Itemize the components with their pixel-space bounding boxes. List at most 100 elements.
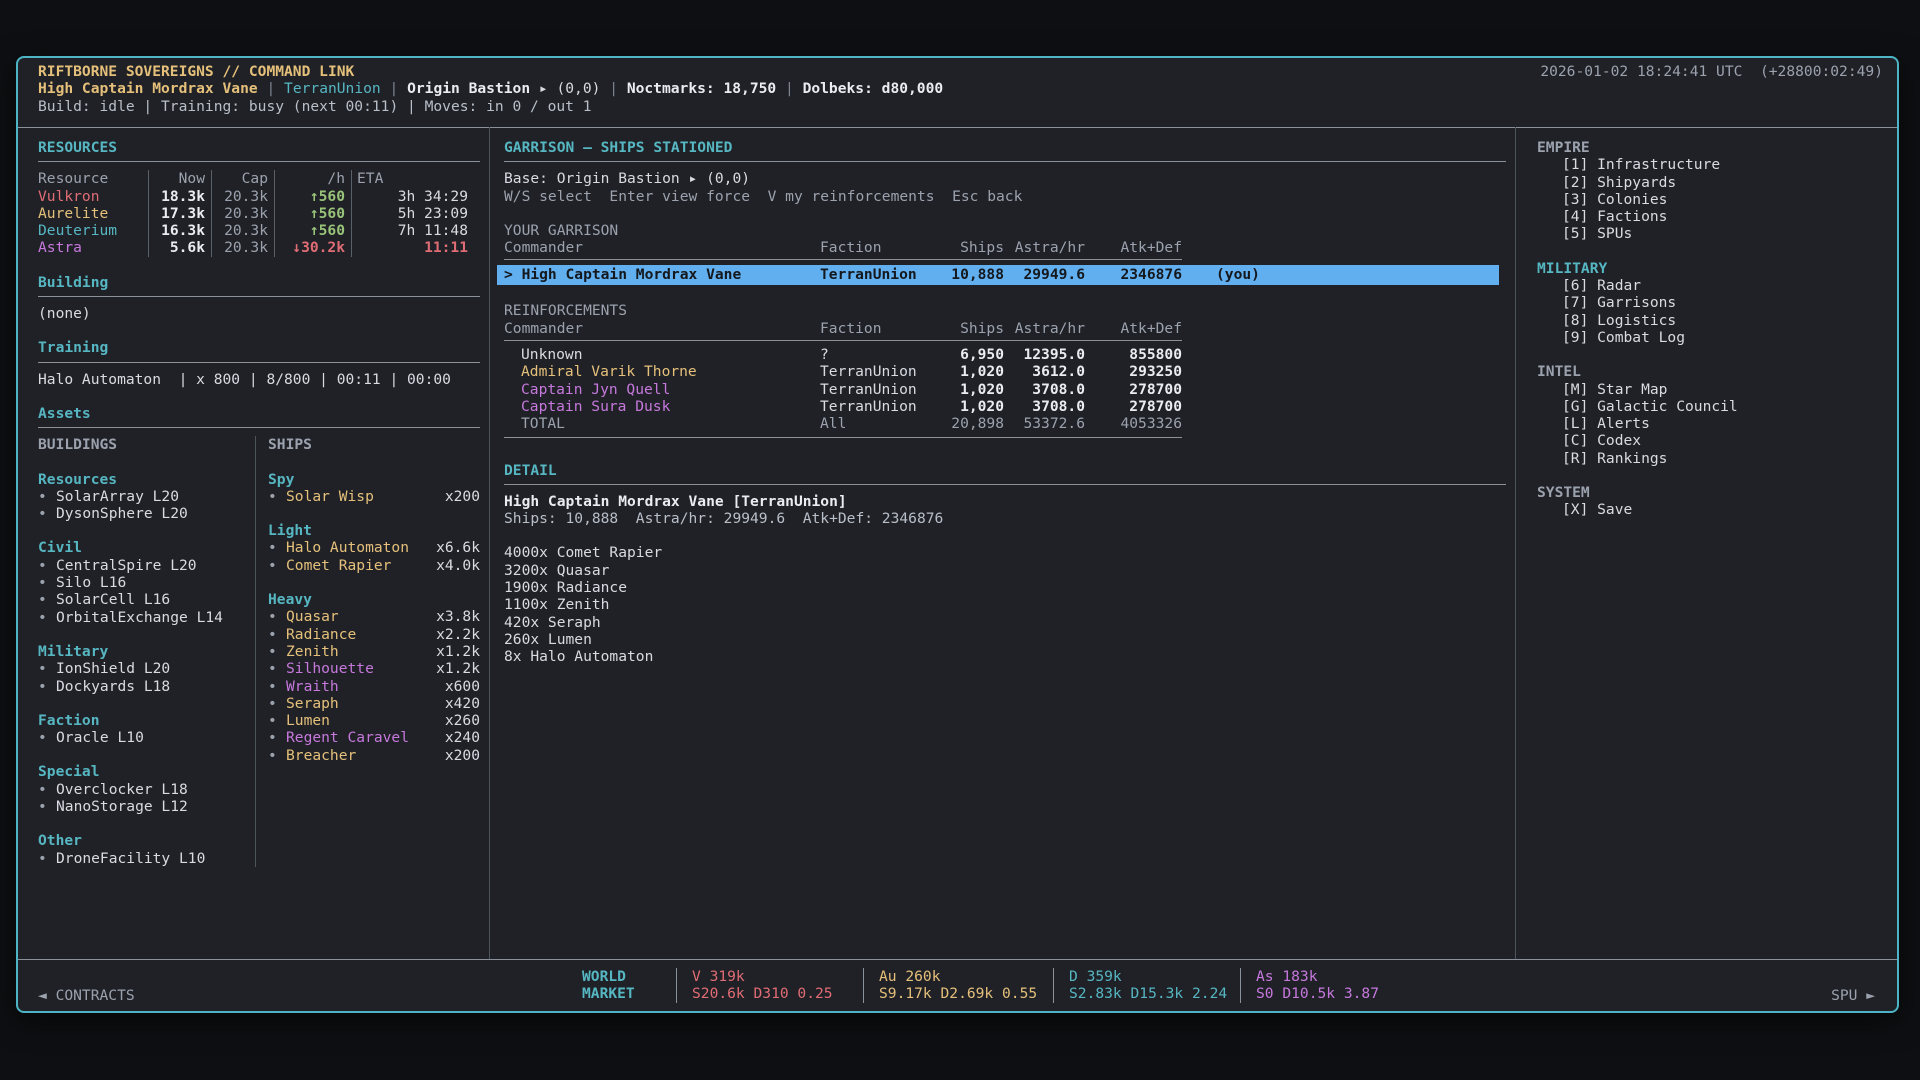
market-aurelite: Au 260k S9.17k D2.69k 0.55 bbox=[863, 968, 1053, 1003]
market-total: V 319k bbox=[692, 968, 863, 985]
commander-faction: TerranUnion bbox=[820, 265, 932, 285]
ship-item: •Zenithx1.2k bbox=[268, 643, 480, 660]
reinforcement-total-row: TOTAL All 20,898 53372.6 4053326 bbox=[504, 415, 1506, 432]
atk-def: 2346876 bbox=[1085, 265, 1182, 285]
world-market-ticker: WORLD MARKET V 319k S20.6k D310 0.25 Au … bbox=[582, 968, 1410, 1003]
sidebar-item-garrisons[interactable]: [7] Garrisons bbox=[1537, 294, 1887, 311]
world-market-label: WORLD MARKET bbox=[582, 968, 676, 1003]
sidebar-item-colonies[interactable]: [3] Colonies bbox=[1537, 191, 1887, 208]
player-name: High Captain Mordrax Vane bbox=[38, 80, 258, 97]
dolbeks-balance: Dolbeks: d80,000 bbox=[803, 80, 944, 97]
app-title: RIFTBORNE SOVEREIGNS // COMMAND LINK bbox=[38, 63, 943, 80]
resource-rate: ↑560 bbox=[274, 222, 351, 239]
sidebar-item-star-map[interactable]: [M] Star Map bbox=[1537, 381, 1887, 398]
training-queue: Halo Automaton | x 800 | 8/800 | 00:11 |… bbox=[38, 371, 480, 388]
sidebar-item-combat-log[interactable]: [9] Combat Log bbox=[1537, 329, 1887, 346]
nav-section-label: INTEL bbox=[1537, 363, 1887, 380]
sidebar-item-radar[interactable]: [6] Radar bbox=[1537, 277, 1887, 294]
sidebar-item-alerts[interactable]: [L] Alerts bbox=[1537, 415, 1887, 432]
bullet-icon: • bbox=[38, 729, 56, 746]
building-group-civil: Civil •CentralSpire L20 •Silo L16 •Solar… bbox=[38, 539, 255, 625]
garrison-row-selected[interactable]: > High Captain Mordrax Vane TerranUnion … bbox=[497, 265, 1499, 285]
building-item: •NanoStorage L12 bbox=[38, 798, 255, 815]
resource-eta: 5h 23:09 bbox=[351, 205, 480, 222]
reinforcement-row[interactable]: Unknown ? 6,950 12395.0 855800 bbox=[504, 346, 1506, 363]
assets-heading: Assets bbox=[38, 405, 480, 428]
sidebar-item-galactic-council[interactable]: [G] Galactic Council bbox=[1537, 398, 1887, 415]
contracts-pager[interactable]: ◄ CONTRACTS bbox=[38, 987, 135, 1004]
market-total: D 359k bbox=[1069, 968, 1240, 985]
garrison-panel: GARRISON — SHIPS STATIONED Base: Origin … bbox=[504, 139, 1506, 666]
market-deuterium: D 359k S2.83k D15.3k 2.24 bbox=[1053, 968, 1240, 1003]
sidebar-item-rankings[interactable]: [R] Rankings bbox=[1537, 450, 1887, 467]
building-item: •OrbitalExchange L14 bbox=[38, 609, 255, 626]
resource-cap: 20.3k bbox=[211, 222, 274, 239]
nav-section-empire: EMPIRE [1] Infrastructure [2] Shipyards … bbox=[1537, 139, 1887, 243]
resource-now: 16.3k bbox=[148, 222, 211, 239]
nav-section-label: EMPIRE bbox=[1537, 139, 1887, 156]
noctmarks-balance: Noctmarks: 18,750 bbox=[627, 80, 776, 97]
bullet-icon: • bbox=[38, 781, 56, 798]
market-astra: As 183k S0 D10.5k 3.87 bbox=[1240, 968, 1410, 1003]
bullet-icon: • bbox=[38, 574, 56, 591]
reinforcement-row[interactable]: Admiral Varik Thorne TerranUnion 1,020 3… bbox=[504, 363, 1506, 380]
sidebar-item-spus[interactable]: [5] SPUs bbox=[1537, 225, 1887, 242]
commander-faction: TerranUnion bbox=[820, 381, 932, 398]
col-header-cap: Cap bbox=[211, 170, 274, 187]
bullet-icon: • bbox=[38, 591, 56, 608]
sidebar-item-logistics[interactable]: [8] Logistics bbox=[1537, 312, 1887, 329]
building-group-military: Military •IonShield L20 •Dockyards L18 bbox=[38, 643, 255, 695]
bullet-icon: • bbox=[38, 505, 56, 522]
ship-item: •Regent Caravelx240 bbox=[268, 729, 480, 746]
commander-name: Unknown bbox=[504, 346, 820, 363]
astra-per-hr: 29949.6 bbox=[1004, 265, 1085, 285]
assets-panel: BUILDINGS Resources •SolarArray L20 •Dys… bbox=[38, 436, 480, 867]
base-panel: RESOURCES Resource Now Cap /h ETA Vulkro… bbox=[38, 139, 480, 867]
sidebar-item-codex[interactable]: [C] Codex bbox=[1537, 432, 1887, 449]
astra-per-hr: 12395.0 bbox=[1004, 346, 1085, 363]
ship-item: •Quasarx3.8k bbox=[268, 608, 480, 625]
market-supply-demand: S20.6k D310 0.25 bbox=[692, 985, 863, 1002]
resource-name-aurelite: Aurelite bbox=[38, 205, 148, 222]
bullet-icon: • bbox=[38, 850, 56, 867]
market-total: As 183k bbox=[1256, 968, 1410, 985]
reinforcement-row[interactable]: Captain Sura Dusk TerranUnion 1,020 3708… bbox=[504, 398, 1506, 415]
building-item: •Overclocker L18 bbox=[38, 781, 255, 798]
ships-count: 1,020 bbox=[932, 398, 1004, 415]
sidebar-item-factions[interactable]: [4] Factions bbox=[1537, 208, 1887, 225]
garrison-heading: GARRISON — SHIPS STATIONED bbox=[504, 139, 1506, 162]
nav-section-label-active: MILITARY bbox=[1537, 260, 1887, 277]
building-group-special: Special •Overclocker L18 •NanoStorage L1… bbox=[38, 763, 255, 815]
resource-now: 5.6k bbox=[148, 239, 211, 256]
right-panel-divider bbox=[1515, 127, 1516, 959]
col-header-eta: ETA bbox=[351, 170, 480, 187]
command-link-window: 2026-01-02 18:24:41 UTC (+28800:02:49) R… bbox=[16, 56, 1899, 1013]
commander-name: Captain Jyn Quell bbox=[504, 381, 820, 398]
reinforcements-table-header: Commander Faction Ships Astra/hr Atk+Def bbox=[504, 320, 1506, 337]
resources-heading: RESOURCES bbox=[38, 139, 480, 162]
building-group-resources: Resources •SolarArray L20 •DysonSphere L… bbox=[38, 471, 255, 523]
separator: | bbox=[390, 80, 399, 97]
detail-composition-line: 260x Lumen bbox=[504, 631, 1506, 648]
resource-cap: 20.3k bbox=[211, 239, 274, 256]
bullet-icon: • bbox=[268, 747, 286, 764]
bullet-icon: • bbox=[38, 557, 56, 574]
nav-section-intel: INTEL [M] Star Map [G] Galactic Council … bbox=[1537, 363, 1887, 467]
spu-pager[interactable]: SPU ► bbox=[1831, 987, 1875, 1004]
sidebar-item-save[interactable]: [X] Save bbox=[1537, 501, 1887, 518]
sidebar-item-shipyards[interactable]: [2] Shipyards bbox=[1537, 174, 1887, 191]
sidebar-item-infrastructure[interactable]: [1] Infrastructure bbox=[1537, 156, 1887, 173]
ship-item: •Halo Automatonx6.6k bbox=[268, 539, 480, 556]
separator: | bbox=[785, 80, 794, 97]
resource-name-vulkron: Vulkron bbox=[38, 188, 148, 205]
base-name: Origin Bastion bbox=[407, 80, 530, 97]
reinforcement-row[interactable]: Captain Jyn Quell TerranUnion 1,020 3708… bbox=[504, 381, 1506, 398]
atk-def: 278700 bbox=[1085, 381, 1182, 398]
separator: | bbox=[609, 80, 618, 97]
ship-group-spy: Spy •Solar Wispx200 bbox=[268, 471, 480, 506]
astra-per-hr: 3708.0 bbox=[1004, 381, 1085, 398]
total-astra: 53372.6 bbox=[1004, 415, 1085, 432]
bullet-icon: • bbox=[268, 488, 286, 505]
resource-rate: ↑560 bbox=[274, 205, 351, 222]
astra-per-hr: 3612.0 bbox=[1004, 363, 1085, 380]
